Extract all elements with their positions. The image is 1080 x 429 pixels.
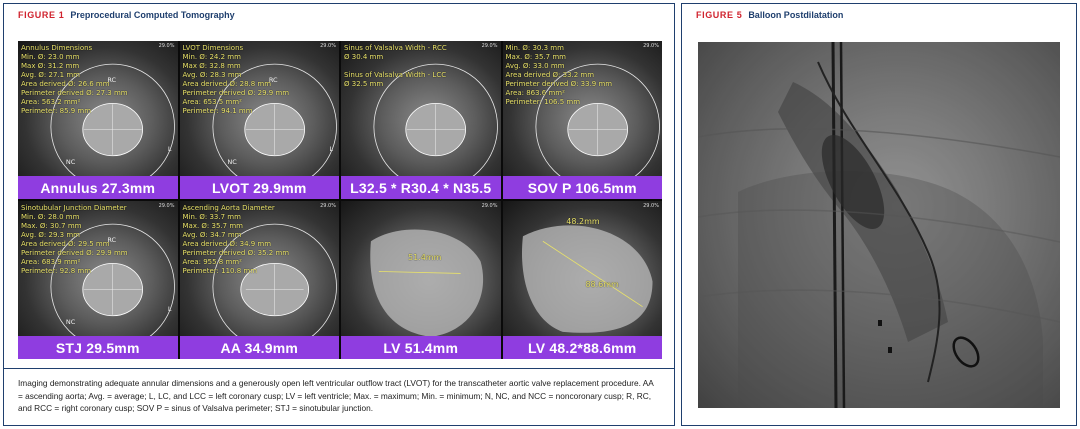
measurement-line: Perimeter derived Ø: 29.9 mm <box>21 249 128 257</box>
zoom-readout: 29.0% <box>481 203 498 209</box>
measurement-line: Min. Ø: 24.2 mm <box>182 53 241 61</box>
cusp-label: L <box>167 305 172 314</box>
ct-panel: 29.0% Sinus of Valsalva Width - RCC Ø 30.4… <box>341 41 501 199</box>
panel-caption: LVOT 29.9mm <box>179 176 339 199</box>
measurement-overlay: Sinus of Valsalva Width - RCC Ø 30.4 mm S… <box>344 44 447 89</box>
measurement-line: Perimeter derived Ø: 35.2 mm <box>182 249 290 257</box>
cusp-label: L <box>167 145 172 154</box>
ct-panel: 29.0% Min. Ø: 30.3 mm Max. Ø: 35.7 mm Avg. … <box>502 41 662 199</box>
measurement-line: Min. Ø: 28.0 mm <box>21 213 80 221</box>
cusp-label: RC <box>107 75 117 84</box>
ct-grid: 29.0% Annulus Dimensions Min. Ø: 23.0 mm Ma… <box>18 41 662 359</box>
measurement-line: Perimeter: 85.9 mm <box>21 107 92 115</box>
cusp-label: RC <box>268 75 278 84</box>
zoom-readout: 29.0% <box>320 203 336 209</box>
measurement-overlay: Ascending Aorta Diameter Min. Ø: 33.7 mm M… <box>183 204 290 276</box>
measurement-line: Perimeter derived Ø: 29.9 mm <box>182 89 290 97</box>
measurement-line: Avg. Ø: 33.0 mm <box>505 62 565 70</box>
dimension-label: 51.4mm <box>407 253 442 263</box>
ct-image-grid: 29.0% Annulus Dimensions Min. Ø: 23.0 mm Ma… <box>18 41 662 359</box>
figure-1-label: FIGURE 1 <box>18 10 65 20</box>
measurement-line: Max Ø: 32.8 mm <box>182 62 241 70</box>
ct-panel: 29.0% Ascending Aorta Diameter Min. Ø: 33.… <box>179 201 339 359</box>
measurement-line: Perimeter: 94.1 mm <box>182 107 253 115</box>
ct-panel: 29.0% 51.4mm LV 51.4mm <box>341 201 501 359</box>
measurement-line: Max Ø: 31.2 mm <box>21 62 80 70</box>
measurement-line: Area derived Ø: 34.9 mm <box>182 240 272 248</box>
measurement-line: Area: 653.5 mm² <box>182 98 242 106</box>
figure-5-title: Balloon Postdilatation <box>748 10 844 20</box>
measurement-line: Max. Ø: 30.7 mm <box>21 222 82 230</box>
measurement-line <box>344 62 447 71</box>
cusp-label: RC <box>107 235 117 244</box>
panel-caption: SOV P 106.5mm <box>502 176 662 199</box>
figure-5-label: FIGURE 5 <box>696 10 743 20</box>
cusp-label: NC <box>227 157 237 166</box>
measurement-line: Perimeter: 110.8 mm <box>182 267 258 275</box>
fluoroscopy-drawing <box>698 42 1060 408</box>
measurement-line: LVOT Dimensions <box>182 44 244 52</box>
figure-1-panel: FIGURE 1 Preprocedural Computed Tomograp… <box>3 3 675 426</box>
panel-caption: L32.5 * R30.4 * N35.5 <box>341 176 501 199</box>
measurement-line: Sinotubular Junction Diameter <box>21 204 127 212</box>
measurement-overlay: Min. Ø: 30.3 mm Max. Ø: 35.7 mm Avg. Ø: 33… <box>506 44 613 107</box>
cusp-label: NC <box>65 317 76 326</box>
measurement-line: Ø 30.4 mm <box>344 53 384 61</box>
measurement-line: Avg. Ø: 34.7 mm <box>182 231 242 239</box>
measurement-line: Max. Ø: 35.7 mm <box>505 53 566 61</box>
measurement-line: Min. Ø: 23.0 mm <box>21 53 80 61</box>
measurement-line: Min. Ø: 30.3 mm <box>505 44 564 52</box>
zoom-readout: 29.0% <box>158 203 175 209</box>
measurement-line: Perimeter derived Ø: 27.3 mm <box>21 89 128 97</box>
ct-panel: 29.0% 88.6mm 48.2mm LV 48.2*88.6mm <box>502 201 662 359</box>
measurement-line: Area: 955.8 mm² <box>182 258 242 266</box>
zoom-readout: 29.0% <box>643 203 659 209</box>
fluoroscopy-image <box>698 42 1060 408</box>
measurement-line: Sinus of Valsalva Width - RCC <box>344 44 447 52</box>
dimension-label: 48.2mm <box>566 216 600 226</box>
measurement-line: Annulus Dimensions <box>21 44 93 52</box>
figure-1-title: Preprocedural Computed Tomography <box>70 10 235 20</box>
figure-1-header: FIGURE 1 Preprocedural Computed Tomograp… <box>4 4 674 26</box>
caption-divider <box>4 368 674 369</box>
measurement-line: Sinus of Valsalva Width - LCC <box>344 71 447 79</box>
cusp-label: NC <box>65 157 76 166</box>
zoom-readout: 29.0% <box>481 43 498 49</box>
panel-caption: Annulus 27.3mm <box>18 176 178 199</box>
figure-1-legend: Imaging demonstrating adequate annular d… <box>18 378 654 413</box>
panel-caption: STJ 29.5mm <box>18 336 178 359</box>
measurement-line: Ascending Aorta Diameter <box>182 204 275 212</box>
ct-panel: 29.0% Annulus Dimensions Min. Ø: 23.0 mm Ma… <box>18 41 178 199</box>
measurement-line: Area derived Ø: 33.2 mm <box>505 71 595 79</box>
panel-caption: AA 34.9mm <box>179 336 339 359</box>
ct-panel: 29.0% Sinotubular Junction Diameter Min. Ø… <box>18 201 178 359</box>
zoom-readout: 29.0% <box>320 43 336 49</box>
measurement-line: Ø 32.5 mm <box>344 80 384 88</box>
measurement-line: Perimeter derived Ø: 33.9 mm <box>505 80 613 88</box>
panel-caption: LV 48.2*88.6mm <box>502 336 662 359</box>
zoom-readout: 29.0% <box>158 43 175 49</box>
measurement-line: Max. Ø: 35.7 mm <box>182 222 243 230</box>
cusp-label: L <box>329 145 334 154</box>
measurement-line: Area: 863.6 mm² <box>505 89 565 97</box>
dimension-label: 88.6mm <box>585 280 619 289</box>
zoom-readout: 29.0% <box>643 43 659 49</box>
figure-5-panel: FIGURE 5 Balloon Postdilatation <box>681 3 1077 426</box>
ct-panel: 29.0% LVOT Dimensions Min. Ø: 24.2 mm Max Ø… <box>179 41 339 199</box>
measurement-line: Perimeter: 92.8 mm <box>21 267 92 275</box>
measurement-line: Area: 683.9 mm² <box>21 258 81 266</box>
panel-caption: LV 51.4mm <box>341 336 501 359</box>
measurement-line: Min. Ø: 33.7 mm <box>182 213 241 221</box>
measurement-line: Perimeter: 106.5 mm <box>505 98 581 106</box>
figure-5-header: FIGURE 5 Balloon Postdilatation <box>682 4 1076 26</box>
measurement-line: Area: 563.2 mm² <box>21 98 81 106</box>
